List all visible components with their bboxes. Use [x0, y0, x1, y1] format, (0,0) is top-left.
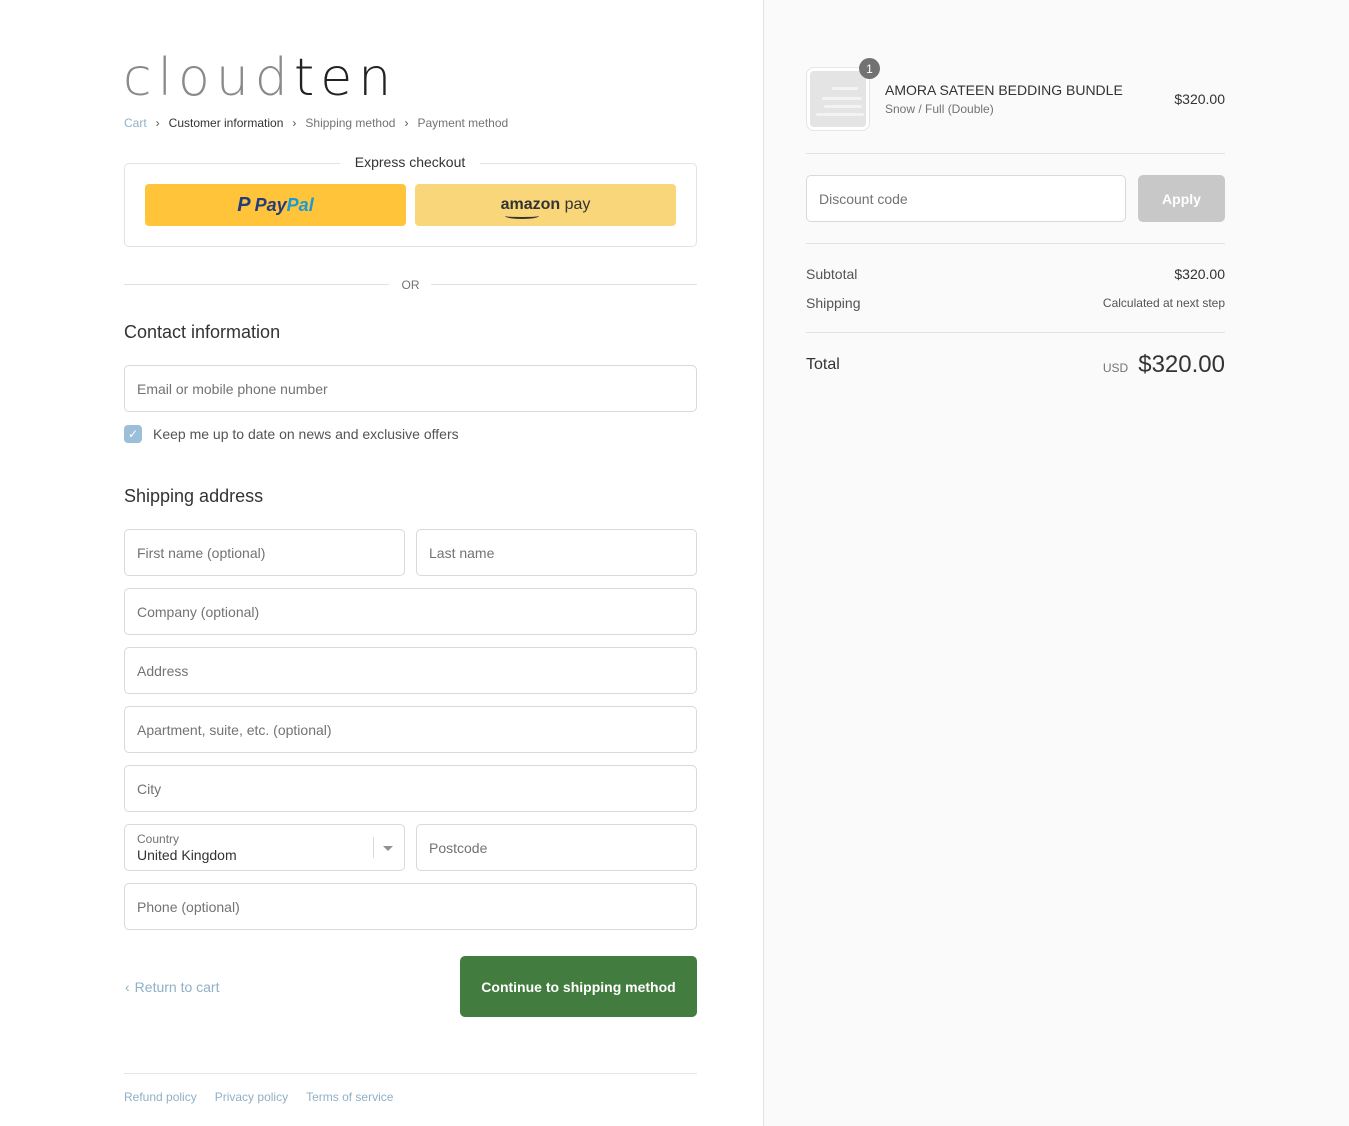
city-field[interactable]	[124, 765, 697, 812]
or-label: OR	[401, 278, 420, 292]
subtotal-label: Subtotal	[806, 266, 858, 282]
amazon-pay-button[interactable]: amazon pay	[415, 184, 676, 226]
total-amount: USD $320.00	[1000, 351, 1225, 379]
brand-logo[interactable]: cloudten	[123, 48, 397, 108]
paypal-pal-text: Pal	[286, 194, 314, 215]
company-field[interactable]	[124, 588, 697, 635]
country-label: Country	[137, 831, 180, 846]
footer-divider	[124, 1073, 697, 1074]
address-input[interactable]	[137, 662, 684, 679]
privacy-policy-link[interactable]: Privacy policy	[215, 1090, 288, 1104]
chevron-right-icon: ›	[292, 116, 297, 130]
paypal-logo: P PayPal	[237, 194, 313, 217]
logo-part-light: cloud	[123, 48, 294, 108]
return-to-cart-link[interactable]: ‹ Return to cart	[125, 979, 220, 995]
newsletter-checkbox[interactable]: ✓	[124, 425, 142, 443]
quantity-badge: 1	[859, 58, 880, 79]
apply-discount-button[interactable]: Apply	[1138, 175, 1225, 222]
image-detail	[822, 97, 862, 100]
image-detail	[816, 113, 864, 116]
discount-code-field[interactable]	[806, 175, 1126, 222]
chevron-right-icon: ›	[404, 116, 409, 130]
apartment-field[interactable]	[124, 706, 697, 753]
address-field[interactable]	[124, 647, 697, 694]
apartment-input[interactable]	[137, 721, 684, 738]
first-name-input[interactable]	[137, 544, 392, 561]
discount-code-input[interactable]	[819, 190, 1113, 207]
product-image	[810, 71, 866, 127]
breadcrumb-cart[interactable]: Cart	[124, 116, 147, 130]
breadcrumb-shipping-method: Shipping method	[305, 116, 396, 130]
amazon-pay-logo: amazon pay	[500, 196, 591, 219]
caret-down-icon	[383, 846, 393, 851]
newsletter-option[interactable]: ✓ Keep me up to date on news and exclusi…	[124, 425, 459, 443]
chevron-left-icon: ‹	[125, 979, 130, 995]
product-thumbnail	[806, 67, 870, 131]
first-name-field[interactable]	[124, 529, 405, 576]
chevron-right-icon: ›	[155, 116, 160, 130]
total-value: $320.00	[1138, 351, 1225, 378]
email-input[interactable]	[137, 380, 684, 397]
last-name-input[interactable]	[429, 544, 684, 561]
product-name: AMORA SATEEN BEDDING BUNDLE	[885, 82, 1123, 98]
paypal-button[interactable]: P PayPal	[145, 184, 406, 226]
order-summary	[763, 0, 1349, 1126]
total-label: Total	[806, 356, 840, 373]
terms-of-service-link[interactable]: Terms of service	[306, 1090, 393, 1104]
divider-line	[431, 284, 697, 285]
continue-to-shipping-button[interactable]: Continue to shipping method	[460, 956, 697, 1017]
subtotal-value: $320.00	[1174, 266, 1225, 282]
refund-policy-link[interactable]: Refund policy	[124, 1090, 197, 1104]
logo-part-dark: ten	[293, 48, 398, 108]
amazon-pay-text: pay	[560, 196, 591, 213]
footer-links: Refund policy Privacy policy Terms of se…	[124, 1090, 411, 1104]
phone-input[interactable]	[137, 898, 684, 915]
postcode-input[interactable]	[429, 839, 684, 856]
product-price: $320.00	[1174, 91, 1225, 107]
city-input[interactable]	[137, 780, 684, 797]
total-currency: USD	[1102, 361, 1129, 375]
country-select[interactable]: Country United Kingdom	[124, 824, 405, 871]
summary-divider	[806, 243, 1225, 244]
summary-divider	[806, 332, 1225, 333]
summary-divider	[806, 153, 1225, 154]
paypal-pay-text: Pay	[254, 194, 287, 215]
return-to-cart-label: Return to cart	[134, 979, 220, 995]
checkmark-icon: ✓	[127, 427, 139, 441]
checkout-main: cloudten Cart › Customer information › S…	[0, 0, 763, 1126]
country-value: United Kingdom	[137, 846, 237, 863]
express-checkout-title: Express checkout	[340, 154, 480, 170]
divider-line	[124, 284, 389, 285]
product-variant: Snow / Full (Double)	[885, 102, 994, 116]
phone-field[interactable]	[124, 883, 697, 930]
express-checkout-box: P PayPal amazon pay	[124, 163, 697, 247]
company-input[interactable]	[137, 603, 684, 620]
last-name-field[interactable]	[416, 529, 697, 576]
shipping-address-title: Shipping address	[124, 486, 264, 506]
postcode-field[interactable]	[416, 824, 697, 871]
image-detail	[824, 105, 862, 108]
or-divider: OR	[124, 276, 697, 294]
contact-information-title: Contact information	[124, 322, 281, 342]
breadcrumb: Cart › Customer information › Shipping m…	[124, 116, 508, 130]
breadcrumb-payment-method: Payment method	[417, 116, 509, 130]
newsletter-label: Keep me up to date on news and exclusive…	[153, 426, 459, 442]
shipping-value: Calculated at next step	[1102, 296, 1225, 310]
image-detail	[832, 87, 858, 90]
amazon-text: amazon	[500, 196, 561, 213]
select-divider	[373, 837, 374, 858]
shipping-label: Shipping	[806, 295, 861, 311]
amazon-smile-icon	[504, 213, 539, 219]
email-field[interactable]	[124, 365, 697, 412]
breadcrumb-customer-information: Customer information	[168, 116, 284, 130]
paypal-p-icon: P	[237, 193, 251, 216]
